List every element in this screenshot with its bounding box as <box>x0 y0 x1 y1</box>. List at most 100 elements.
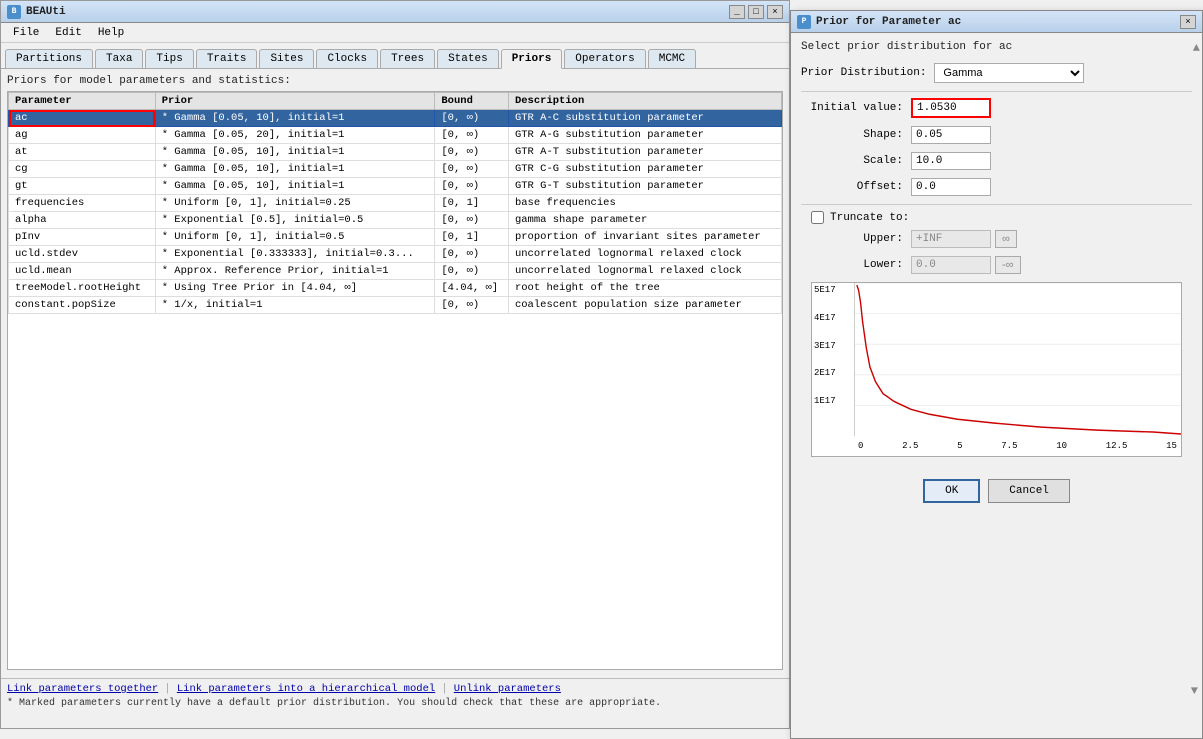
lower-inf-button[interactable]: -∞ <box>995 256 1021 274</box>
prior-dist-select[interactable]: Gamma <box>934 63 1084 83</box>
cell-description: proportion of invariant sites parameter <box>508 229 781 246</box>
scale-row: Scale: <box>801 152 1192 170</box>
tab-traits[interactable]: Traits <box>196 49 258 68</box>
upper-label: Upper: <box>801 233 911 245</box>
dialog-window-controls: × <box>1180 15 1196 29</box>
tab-operators[interactable]: Operators <box>564 49 645 68</box>
cell-description: coalescent population size parameter <box>508 297 781 314</box>
cell-parameter: ac <box>9 110 156 127</box>
tab-taxa[interactable]: Taxa <box>95 49 143 68</box>
truncate-label[interactable]: Truncate to: <box>830 212 909 224</box>
ok-button[interactable]: OK <box>923 479 980 503</box>
offset-row: Offset: <box>801 178 1192 196</box>
link-row: Link parameters together | Link paramete… <box>7 683 783 695</box>
cell-prior: * Exponential [0.5], initial=0.5 <box>155 212 435 229</box>
close-button[interactable]: × <box>767 5 783 19</box>
help-menu[interactable]: Help <box>90 25 132 41</box>
prior-dist-label: Prior Distribution: <box>801 67 934 79</box>
parameters-table-container[interactable]: Parameter Prior Bound Description ac* Ga… <box>7 91 783 670</box>
table-row[interactable]: cg* Gamma [0.05, 10], initial=1[0, ∞)GTR… <box>9 161 782 178</box>
tab-states[interactable]: States <box>437 49 499 68</box>
tab-tips[interactable]: Tips <box>145 49 193 68</box>
offset-input[interactable] <box>911 178 991 196</box>
table-row[interactable]: frequencies* Uniform [0, 1], initial=0.2… <box>9 195 782 212</box>
upper-input[interactable] <box>911 230 991 248</box>
y-label-4e17: 4E17 <box>814 313 852 323</box>
tab-partitions[interactable]: Partitions <box>5 49 93 68</box>
table-row[interactable]: at* Gamma [0.05, 10], initial=1[0, ∞)GTR… <box>9 144 782 161</box>
cell-prior: * Gamma [0.05, 10], initial=1 <box>155 178 435 195</box>
table-row[interactable]: ucld.mean* Approx. Reference Prior, init… <box>9 263 782 280</box>
y-label-3e17: 3E17 <box>814 341 852 351</box>
tab-sites[interactable]: Sites <box>259 49 314 68</box>
cell-description: gamma shape parameter <box>508 212 781 229</box>
table-row[interactable]: pInv* Uniform [0, 1], initial=0.5[0, 1]p… <box>9 229 782 246</box>
chart-plot <box>854 283 1181 436</box>
tab-clocks[interactable]: Clocks <box>316 49 378 68</box>
lower-label: Lower: <box>801 259 911 271</box>
scale-input[interactable] <box>911 152 991 170</box>
cell-bound: [0, ∞) <box>435 263 509 280</box>
edit-menu[interactable]: Edit <box>47 25 89 41</box>
x-label-7-5: 7.5 <box>1001 441 1017 451</box>
initial-value-label: Initial value: <box>801 102 911 114</box>
link-parameters-together[interactable]: Link parameters together <box>7 683 158 695</box>
cell-description: GTR C-G substitution parameter <box>508 161 781 178</box>
lower-input[interactable] <box>911 256 991 274</box>
file-menu[interactable]: File <box>5 25 47 41</box>
divider-1 <box>801 91 1192 92</box>
cell-parameter: ucld.mean <box>9 263 156 280</box>
cell-prior: * Gamma [0.05, 10], initial=1 <box>155 144 435 161</box>
table-row[interactable]: constant.popSize* 1/x, initial=1[0, ∞)co… <box>9 297 782 314</box>
table-row[interactable]: treeModel.rootHeight* Using Tree Prior i… <box>9 280 782 297</box>
upper-inf-button[interactable]: ∞ <box>995 230 1017 248</box>
link-hierarchical-model[interactable]: Link parameters into a hierarchical mode… <box>177 683 435 695</box>
x-label-2-5: 2.5 <box>902 441 918 451</box>
cell-bound: [0, ∞) <box>435 297 509 314</box>
minimize-button[interactable]: _ <box>729 5 745 19</box>
lower-row: Lower: -∞ <box>801 256 1192 274</box>
dialog-section-title: Select prior distribution for ac <box>801 41 1192 53</box>
x-label-15: 15 <box>1166 441 1177 451</box>
tab-trees[interactable]: Trees <box>380 49 435 68</box>
table-row[interactable]: ucld.stdev* Exponential [0.333333], init… <box>9 246 782 263</box>
scroll-down-icon[interactable]: ▼ <box>1191 684 1198 698</box>
table-row[interactable]: ac* Gamma [0.05, 10], initial=1[0, ∞)GTR… <box>9 110 782 127</box>
content-area: Priors for model parameters and statisti… <box>1 69 789 680</box>
cell-parameter: constant.popSize <box>9 297 156 314</box>
cell-bound: [0, ∞) <box>435 212 509 229</box>
y-label-1e17: 1E17 <box>814 396 852 406</box>
cell-parameter: ag <box>9 127 156 144</box>
table-row[interactable]: gt* Gamma [0.05, 10], initial=1[0, ∞)GTR… <box>9 178 782 195</box>
cell-prior: * Gamma [0.05, 10], initial=1 <box>155 110 435 127</box>
section-title: Priors for model parameters and statisti… <box>7 75 783 87</box>
note-text: * Marked parameters currently have a def… <box>7 698 783 709</box>
shape-input[interactable] <box>911 126 991 144</box>
table-row[interactable]: ag* Gamma [0.05, 20], initial=1[0, ∞)GTR… <box>9 127 782 144</box>
main-title-bar: B BEAUti _ □ × <box>1 1 789 23</box>
cell-description: uncorrelated lognormal relaxed clock <box>508 263 781 280</box>
cell-parameter: cg <box>9 161 156 178</box>
cell-bound: [0, ∞) <box>435 127 509 144</box>
cell-prior: * Gamma [0.05, 10], initial=1 <box>155 161 435 178</box>
link-unlink-parameters[interactable]: Unlink parameters <box>454 683 561 695</box>
cancel-button[interactable]: Cancel <box>988 479 1070 503</box>
tab-priors[interactable]: Priors <box>501 49 563 69</box>
chart-x-labels: 0 2.5 5 7.5 10 12.5 15 <box>854 436 1181 456</box>
cell-bound: [0, ∞) <box>435 246 509 263</box>
menu-bar: File Edit Help <box>1 23 789 43</box>
cell-description: GTR A-G substitution parameter <box>508 127 781 144</box>
y-label-2e17: 2E17 <box>814 368 852 378</box>
x-label-10: 10 <box>1056 441 1067 451</box>
dialog-close-button[interactable]: × <box>1180 15 1196 29</box>
restore-button[interactable]: □ <box>748 5 764 19</box>
x-label-0: 0 <box>858 441 863 451</box>
scroll-up-icon[interactable]: ▲ <box>1193 41 1200 55</box>
tabs-bar: Partitions Taxa Tips Traits Sites Clocks… <box>1 43 789 69</box>
cell-parameter: at <box>9 144 156 161</box>
initial-value-input[interactable] <box>911 98 991 118</box>
cell-description: base frequencies <box>508 195 781 212</box>
tab-mcmc[interactable]: MCMC <box>648 49 696 68</box>
truncate-checkbox[interactable] <box>811 211 824 224</box>
table-row[interactable]: alpha* Exponential [0.5], initial=0.5[0,… <box>9 212 782 229</box>
